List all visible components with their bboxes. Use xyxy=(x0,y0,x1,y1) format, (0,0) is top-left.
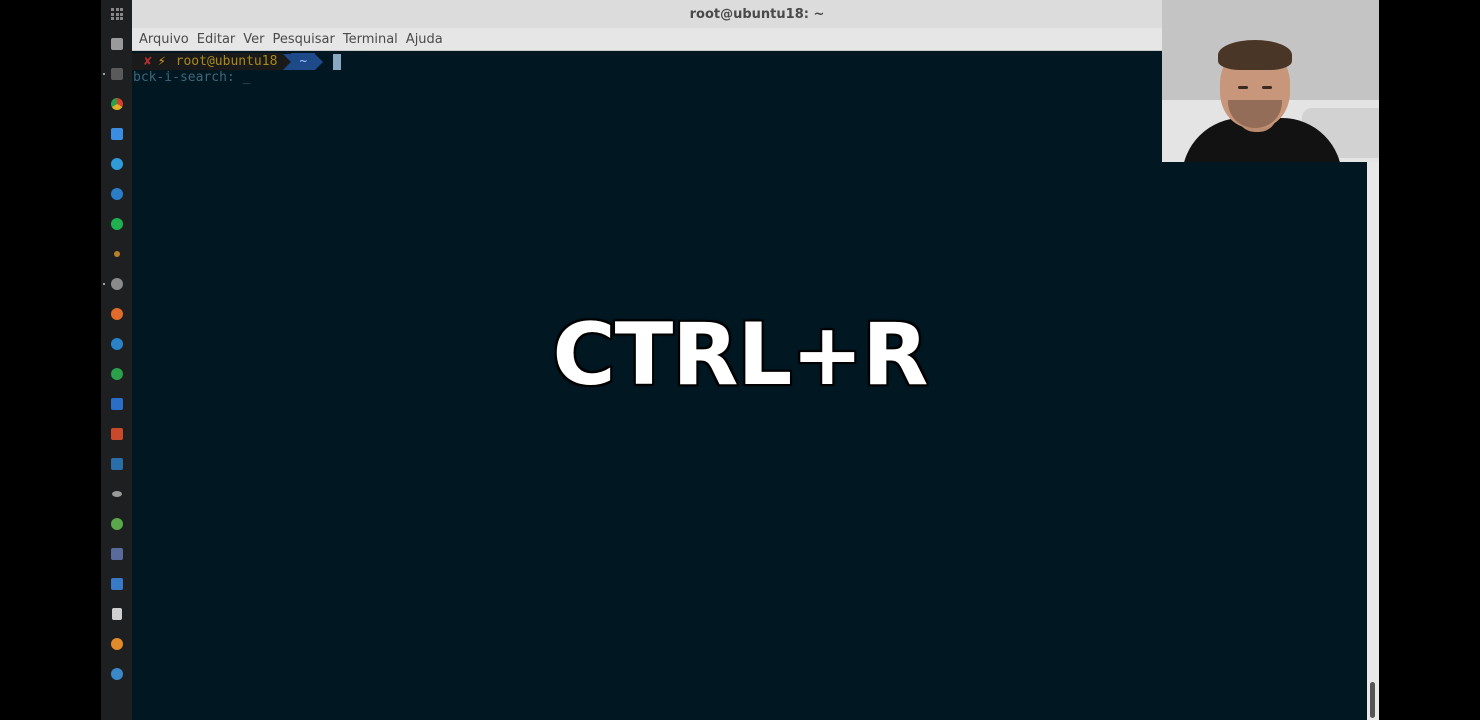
app-face-icon[interactable] xyxy=(101,482,132,506)
menu-bar: Arquivo Editar Ver Pesquisar Terminal Aj… xyxy=(132,28,1162,51)
powerline-separator-icon xyxy=(283,53,292,70)
headphones-icon[interactable] xyxy=(101,662,132,686)
error-x-icon: ✘ xyxy=(144,54,152,69)
powerline-separator-icon xyxy=(315,53,324,70)
vm-icon[interactable] xyxy=(101,452,132,476)
google-drive-icon[interactable] xyxy=(101,122,132,146)
menu-ajuda[interactable]: Ajuda xyxy=(403,32,446,47)
text-cursor xyxy=(333,53,342,70)
prompt-status-segment: ✘ ⚡ xyxy=(132,53,170,70)
shortcut-caption: CTRL+R xyxy=(551,304,930,407)
menu-arquivo[interactable]: Arquivo xyxy=(136,32,192,47)
scrollbar-thumb[interactable] xyxy=(1370,682,1375,718)
menu-terminal[interactable]: Terminal xyxy=(340,32,401,47)
firefox-icon[interactable] xyxy=(101,632,132,656)
settings-icon[interactable] xyxy=(101,272,132,296)
menu-ver[interactable]: Ver xyxy=(240,32,267,47)
app-window-icon[interactable] xyxy=(101,572,132,596)
menu-editar[interactable]: Editar xyxy=(194,32,239,47)
document-icon[interactable] xyxy=(101,602,132,626)
shell-prompt: ✘ ⚡ root@ubuntu18 ~ xyxy=(132,53,342,70)
files-icon[interactable] xyxy=(101,32,132,56)
window-title: root@ubuntu18: ~ xyxy=(689,6,825,22)
prompt-directory: ~ xyxy=(291,53,316,70)
app-dot-icon[interactable] xyxy=(101,242,132,266)
spotify-icon[interactable] xyxy=(101,212,132,236)
vscode-icon[interactable] xyxy=(101,392,132,416)
gitkraken-icon[interactable] xyxy=(101,362,132,386)
postman-icon[interactable] xyxy=(101,302,132,326)
root-bolt-icon: ⚡ xyxy=(157,54,166,69)
app-grid-icon[interactable] xyxy=(101,542,132,566)
telegram-icon[interactable] xyxy=(101,152,132,176)
chrome-icon[interactable] xyxy=(101,92,132,116)
terminal-scrollbar[interactable] xyxy=(1367,162,1379,720)
ubuntu-dock xyxy=(101,0,132,720)
menu-pesquisar[interactable]: Pesquisar xyxy=(270,32,338,47)
terminal-icon[interactable] xyxy=(101,62,132,86)
filezilla-icon[interactable] xyxy=(101,422,132,446)
window-titlebar[interactable]: root@ubuntu18: ~ xyxy=(132,0,1162,28)
reverse-search-line: bck-i-search: _ xyxy=(133,70,251,85)
prompt-user-host: root@ubuntu18 xyxy=(169,53,284,70)
skype-icon[interactable] xyxy=(101,182,132,206)
leaf-app-icon[interactable] xyxy=(101,512,132,536)
webcam-overlay xyxy=(1162,0,1379,162)
show-apps-icon[interactable] xyxy=(111,8,123,20)
sublime-icon[interactable] xyxy=(101,332,132,356)
